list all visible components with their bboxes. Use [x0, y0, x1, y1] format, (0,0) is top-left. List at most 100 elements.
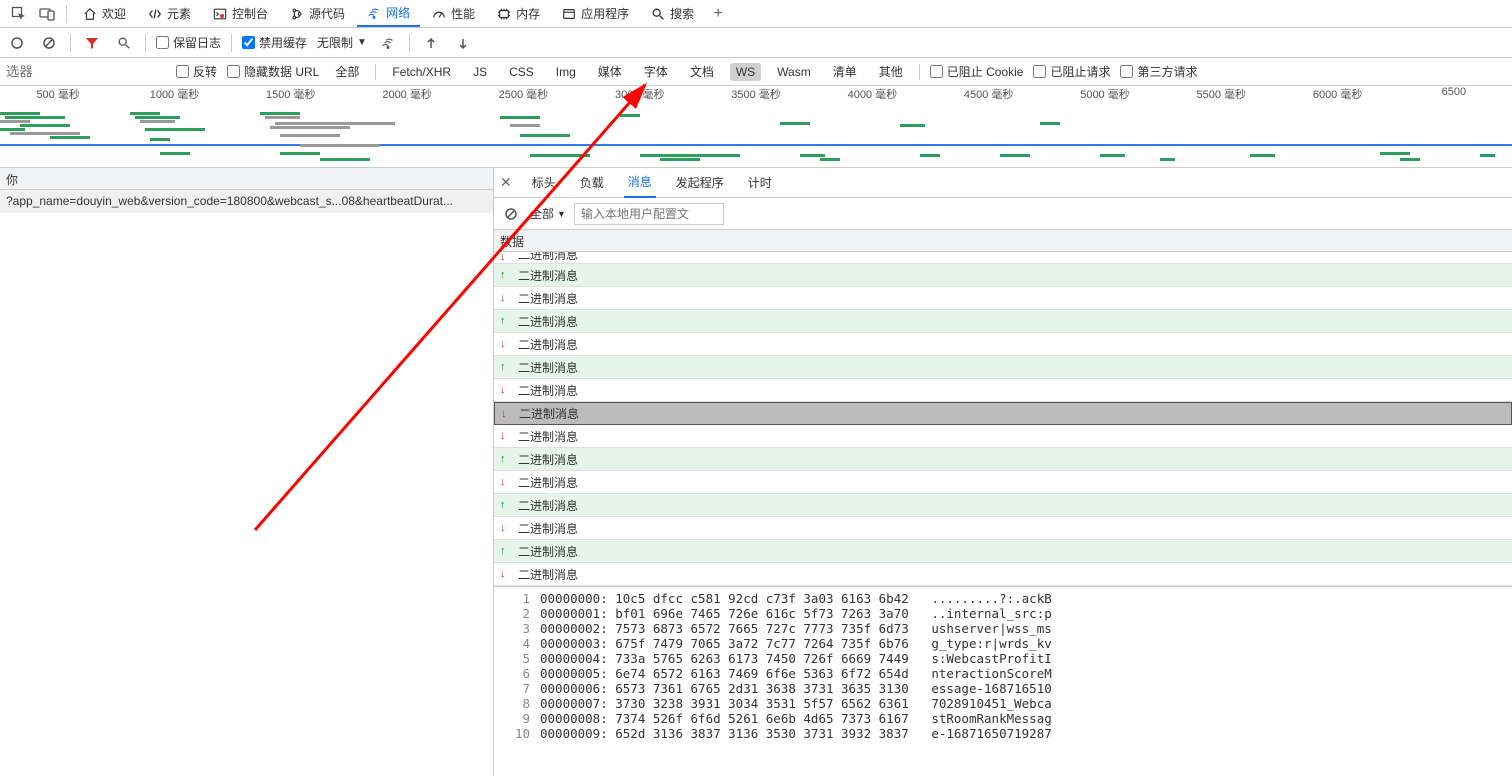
- type-fetchxhr[interactable]: Fetch/XHR: [386, 63, 457, 81]
- payload-tab[interactable]: 负载: [576, 168, 608, 197]
- hide-data-urls-checkbox[interactable]: 隐藏数据 URL: [227, 63, 319, 80]
- message-row[interactable]: ↓二进制消息: [494, 333, 1512, 356]
- network-conditions-icon[interactable]: [377, 32, 399, 54]
- blocked-cookies-checkbox[interactable]: 已阻止 Cookie: [930, 63, 1024, 80]
- message-type-select[interactable]: 全部▼: [530, 205, 566, 222]
- request-row[interactable]: ?app_name=douyin_web&version_code=180800…: [0, 190, 493, 213]
- message-label: 二进制消息: [518, 267, 578, 284]
- tab-elements[interactable]: 元素: [138, 1, 201, 26]
- third-party-checkbox[interactable]: 第三方请求: [1120, 63, 1197, 80]
- divider: [145, 34, 146, 52]
- message-row[interactable]: ↑二进制消息: [494, 540, 1512, 563]
- console-icon: [213, 7, 227, 21]
- tab-welcome[interactable]: 欢迎: [73, 1, 136, 26]
- message-row[interactable]: ↑二进制消息: [494, 310, 1512, 333]
- divider: [66, 5, 67, 23]
- type-font[interactable]: 字体: [638, 61, 674, 82]
- tab-network[interactable]: 网络: [357, 0, 420, 27]
- timing-tab[interactable]: 计时: [744, 168, 776, 197]
- type-ws[interactable]: WS: [730, 63, 761, 81]
- headers-tab[interactable]: 标头: [528, 168, 560, 197]
- arrow-down-icon: ↓: [500, 384, 512, 396]
- memory-icon: [497, 7, 511, 21]
- type-img[interactable]: Img: [550, 63, 582, 81]
- tab-application[interactable]: 应用程序: [552, 1, 639, 26]
- type-media[interactable]: 媒体: [592, 61, 628, 82]
- disable-cache-label: 禁用缓存: [259, 34, 307, 51]
- message-label: 二进制消息: [518, 428, 578, 445]
- message-filter-input[interactable]: [574, 203, 724, 225]
- message-row[interactable]: ↓二进制消息: [494, 252, 1512, 264]
- initiator-tab[interactable]: 发起程序: [672, 168, 728, 197]
- export-har-icon[interactable]: [452, 32, 474, 54]
- tab-console[interactable]: 控制台: [203, 1, 278, 26]
- timeline-ruler: 500 毫秒1000 毫秒1500 毫秒2000 毫秒2500 毫秒3000 毫…: [0, 86, 1512, 104]
- filter-input[interactable]: [6, 64, 166, 79]
- hide-data-urls-label: 隐藏数据 URL: [244, 63, 319, 80]
- clear-button[interactable]: [38, 32, 60, 54]
- message-row[interactable]: ↓二进制消息: [494, 563, 1512, 586]
- sources-icon: [290, 7, 304, 21]
- type-all[interactable]: 全部: [329, 61, 365, 82]
- network-icon: [367, 6, 381, 20]
- data-column-header[interactable]: 数据: [494, 230, 1512, 252]
- message-row[interactable]: ↓二进制消息: [494, 379, 1512, 402]
- blocked-requests-label: 已阻止请求: [1050, 63, 1110, 80]
- message-label: 二进制消息: [518, 497, 578, 514]
- import-har-icon[interactable]: [420, 32, 442, 54]
- network-filter-bar: 反转 隐藏数据 URL 全部 Fetch/XHR JS CSS Img 媒体 字…: [0, 58, 1512, 86]
- home-icon: [83, 7, 97, 21]
- message-row[interactable]: ↓二进制消息: [494, 425, 1512, 448]
- message-row[interactable]: ↓二进制消息: [494, 471, 1512, 494]
- disable-cache-checkbox[interactable]: 禁用缓存: [242, 34, 307, 51]
- message-row[interactable]: ↓二进制消息: [494, 287, 1512, 310]
- type-wasm[interactable]: Wasm: [771, 63, 817, 81]
- tab-label: 元素: [167, 5, 191, 22]
- message-row[interactable]: ↓二进制消息: [494, 517, 1512, 540]
- blocked-requests-checkbox[interactable]: 已阻止请求: [1033, 63, 1110, 80]
- timeline-tracks: [0, 104, 1512, 164]
- throttling-select[interactable]: 无限制▼: [317, 34, 367, 51]
- type-manifest[interactable]: 清单: [827, 61, 863, 82]
- message-label: 二进制消息: [518, 336, 578, 353]
- message-row[interactable]: ↑二进制消息: [494, 448, 1512, 471]
- message-row[interactable]: ↓二进制消息: [494, 402, 1512, 425]
- messages-tab[interactable]: 消息: [624, 167, 656, 198]
- name-column-header[interactable]: 你: [0, 168, 493, 190]
- close-detail-button[interactable]: ✕: [500, 174, 512, 191]
- tab-memory[interactable]: 内存: [487, 1, 550, 26]
- message-row[interactable]: ↑二进制消息: [494, 356, 1512, 379]
- type-doc[interactable]: 文档: [684, 61, 720, 82]
- tab-performance[interactable]: 性能: [422, 1, 485, 26]
- search-button[interactable]: [113, 32, 135, 54]
- network-timeline[interactable]: 500 毫秒1000 毫秒1500 毫秒2000 毫秒2500 毫秒3000 毫…: [0, 86, 1512, 168]
- more-tabs-button[interactable]: +: [706, 5, 730, 23]
- network-main: 你 ?app_name=douyin_web&version_code=1808…: [0, 168, 1512, 776]
- preserve-log-label: 保留日志: [173, 34, 221, 51]
- chevron-down-icon: ▼: [357, 37, 367, 48]
- arrow-up-icon: ↑: [500, 453, 512, 465]
- filter-toggle-icon[interactable]: [81, 32, 103, 54]
- invert-checkbox[interactable]: 反转: [176, 63, 217, 80]
- message-row[interactable]: ↑二进制消息: [494, 494, 1512, 517]
- messages-toolbar: 全部▼: [494, 198, 1512, 230]
- preserve-log-checkbox[interactable]: 保留日志: [156, 34, 221, 51]
- record-button[interactable]: [6, 32, 28, 54]
- type-css[interactable]: CSS: [503, 63, 540, 81]
- arrow-down-icon: ↓: [500, 292, 512, 304]
- arrow-up-icon: ↑: [500, 361, 512, 373]
- clear-messages-button[interactable]: [500, 207, 522, 221]
- message-row[interactable]: ↑二进制消息: [494, 264, 1512, 287]
- device-toggle-icon[interactable]: [34, 2, 60, 26]
- hex-line: 600000005: 6e74 6572 6163 7469 6f6e 5363…: [502, 666, 1504, 681]
- hex-line: 700000006: 6573 7361 6765 2d31 3638 3731…: [502, 681, 1504, 696]
- message-label: 二进制消息: [518, 543, 578, 560]
- tab-label: 内存: [516, 5, 540, 22]
- type-other[interactable]: 其他: [873, 61, 909, 82]
- type-js[interactable]: JS: [467, 63, 493, 81]
- tab-search[interactable]: 搜索: [641, 1, 704, 26]
- hex-viewer: 100000000: 10c5 dfcc c581 92cd c73f 3a03…: [494, 587, 1512, 776]
- tab-sources[interactable]: 源代码: [280, 1, 355, 26]
- inspect-icon[interactable]: [6, 2, 32, 26]
- hex-line: 900000008: 7374 526f 6f6d 5261 6e6b 4d65…: [502, 711, 1504, 726]
